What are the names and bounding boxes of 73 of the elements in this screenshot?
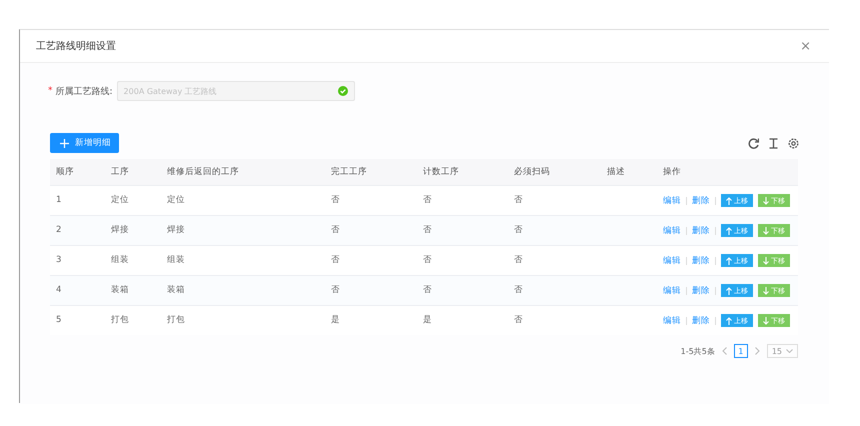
table-cell: 2	[56, 225, 62, 235]
column-height-icon	[768, 138, 779, 148]
chevron-down-icon	[786, 349, 793, 353]
refresh-icon	[748, 138, 759, 148]
down-arrow-icon	[763, 316, 769, 324]
table-cell: 焊接	[167, 225, 185, 235]
page-button[interactable]: 1	[734, 344, 748, 358]
table-cell: 3	[56, 255, 62, 265]
edit-link[interactable]: 编辑	[663, 194, 681, 206]
table-cell: 否	[423, 255, 432, 265]
column-header: 操作	[663, 167, 681, 177]
table-cell: 是	[423, 315, 432, 326]
table-cell: 4	[56, 285, 62, 295]
delete-link[interactable]: 删除	[692, 224, 710, 236]
down-arrow-icon	[763, 286, 769, 294]
table-cell: 组装	[167, 255, 185, 265]
table-cell: 否	[423, 285, 432, 295]
page-summary: 1-5共5条	[680, 346, 715, 356]
edit-link[interactable]: 编辑	[663, 254, 681, 266]
edit-link[interactable]: 编辑	[663, 314, 681, 326]
table-cell: 否	[514, 255, 523, 265]
table-cell: 否	[514, 225, 523, 235]
settings-icon	[788, 138, 799, 148]
up-arrow-icon	[726, 226, 732, 234]
delete-link[interactable]: 删除	[692, 194, 710, 206]
up-arrow-icon	[726, 286, 732, 294]
previous-page-icon	[722, 347, 727, 355]
table-cell: 装箱	[167, 285, 185, 295]
up-arrow-icon	[726, 196, 732, 204]
delete-link[interactable]: 删除	[692, 284, 710, 296]
dialog-title: 工艺路线明细设置	[36, 40, 116, 53]
column-header: 顺序	[56, 166, 74, 177]
down-arrow-icon	[763, 226, 769, 234]
required-mark: *	[48, 86, 52, 96]
add-detail-button[interactable]: 新增明细	[50, 133, 119, 153]
table-cell: 是	[331, 315, 340, 326]
table-cell: 否	[331, 195, 340, 205]
delete-link[interactable]: 删除	[692, 254, 710, 266]
table-cell: 1	[56, 195, 62, 205]
delete-link[interactable]: 删除	[692, 314, 710, 326]
column-header: 计数工序	[423, 166, 459, 177]
table-cell: 否	[423, 225, 432, 235]
edit-link[interactable]: 编辑	[663, 284, 681, 296]
plus-icon	[60, 138, 69, 148]
down-arrow-icon	[763, 256, 769, 264]
table-cell: 定位	[111, 195, 129, 205]
table-cell: 装箱	[111, 285, 129, 295]
next-page-icon	[754, 347, 760, 355]
table-cell: 焊接	[111, 225, 129, 235]
table-cell: 5	[56, 315, 62, 326]
close-button[interactable]: ×	[798, 38, 813, 54]
table-cell: 否	[331, 225, 340, 235]
table-cell: 否	[514, 285, 523, 295]
up-arrow-icon	[726, 316, 732, 324]
table-cell: 否	[514, 315, 523, 326]
column-header: 描述	[607, 166, 625, 177]
column-header: 维修后返回的工序	[167, 166, 239, 177]
field-label: 所属工艺路线:	[56, 86, 113, 98]
down-arrow-icon	[763, 196, 769, 204]
table-cell: 否	[514, 195, 523, 205]
up-arrow-icon	[726, 256, 732, 264]
table-cell: 打包	[167, 315, 185, 326]
table-cell: 否	[331, 285, 340, 295]
column-header: 工序	[111, 166, 129, 177]
column-header: 完工工序	[331, 166, 367, 177]
column-header: 必须扫码	[514, 166, 550, 177]
table-cell: 打包	[111, 315, 129, 326]
page-size-select[interactable]: 15	[766, 344, 798, 358]
table-cell: 否	[331, 255, 340, 265]
edit-link[interactable]: 编辑	[663, 224, 681, 236]
table-cell: 否	[423, 195, 432, 205]
table-cell: 组装	[111, 255, 129, 265]
table-cell: 定位	[167, 195, 185, 205]
